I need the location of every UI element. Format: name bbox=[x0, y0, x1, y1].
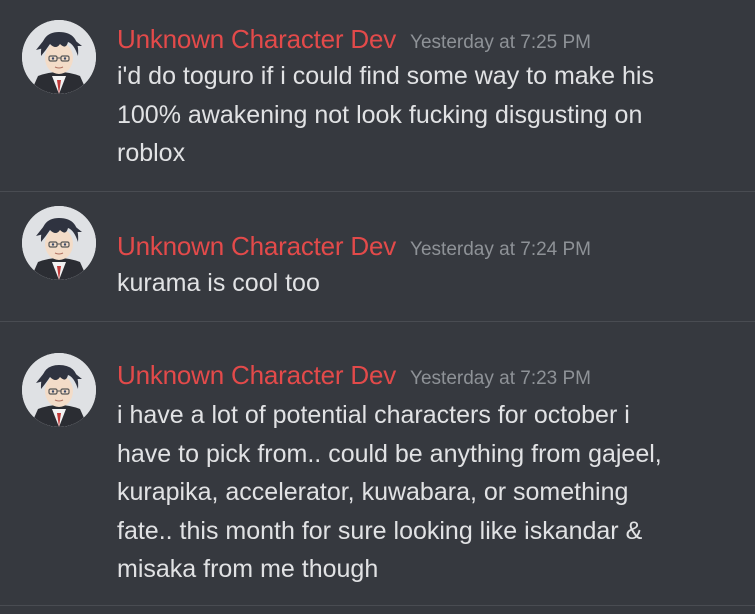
message-text: i'd do toguro if i could find some way t… bbox=[117, 62, 654, 167]
message-header: Unknown Character Dev Yesterday at 7:23 P… bbox=[117, 360, 591, 391]
message-feed: Unknown Character Dev Yesterday at 7:25 P… bbox=[0, 0, 755, 614]
message-item: Unknown Character Dev Yesterday at 7:24 P… bbox=[0, 192, 755, 321]
message-item: Unknown Character Dev Yesterday at 7:23 P… bbox=[0, 322, 755, 614]
message-header: Unknown Character Dev Yesterday at 7:25 P… bbox=[117, 24, 591, 55]
user-avatar[interactable] bbox=[22, 206, 96, 280]
message-text: i have a lot of potential characters for… bbox=[117, 401, 662, 583]
message-item: Unknown Character Dev Yesterday at 7:25 P… bbox=[0, 0, 755, 191]
message-text: kurama is cool too bbox=[117, 269, 320, 297]
message-divider bbox=[0, 605, 755, 606]
timestamp: Yesterday at 7:23 PM bbox=[410, 368, 592, 389]
message-header: Unknown Character Dev Yesterday at 7:24 P… bbox=[117, 231, 591, 262]
timestamp: Yesterday at 7:25 PM bbox=[410, 32, 592, 53]
username[interactable]: Unknown Character Dev bbox=[117, 231, 396, 261]
user-avatar[interactable] bbox=[22, 353, 96, 427]
avatar-anime-character-icon bbox=[22, 353, 96, 427]
username[interactable]: Unknown Character Dev bbox=[117, 24, 396, 54]
avatar-anime-character-icon bbox=[22, 20, 96, 94]
user-avatar[interactable] bbox=[22, 20, 96, 94]
timestamp: Yesterday at 7:24 PM bbox=[410, 239, 592, 260]
avatar-anime-character-icon bbox=[22, 206, 96, 280]
username[interactable]: Unknown Character Dev bbox=[117, 360, 396, 390]
